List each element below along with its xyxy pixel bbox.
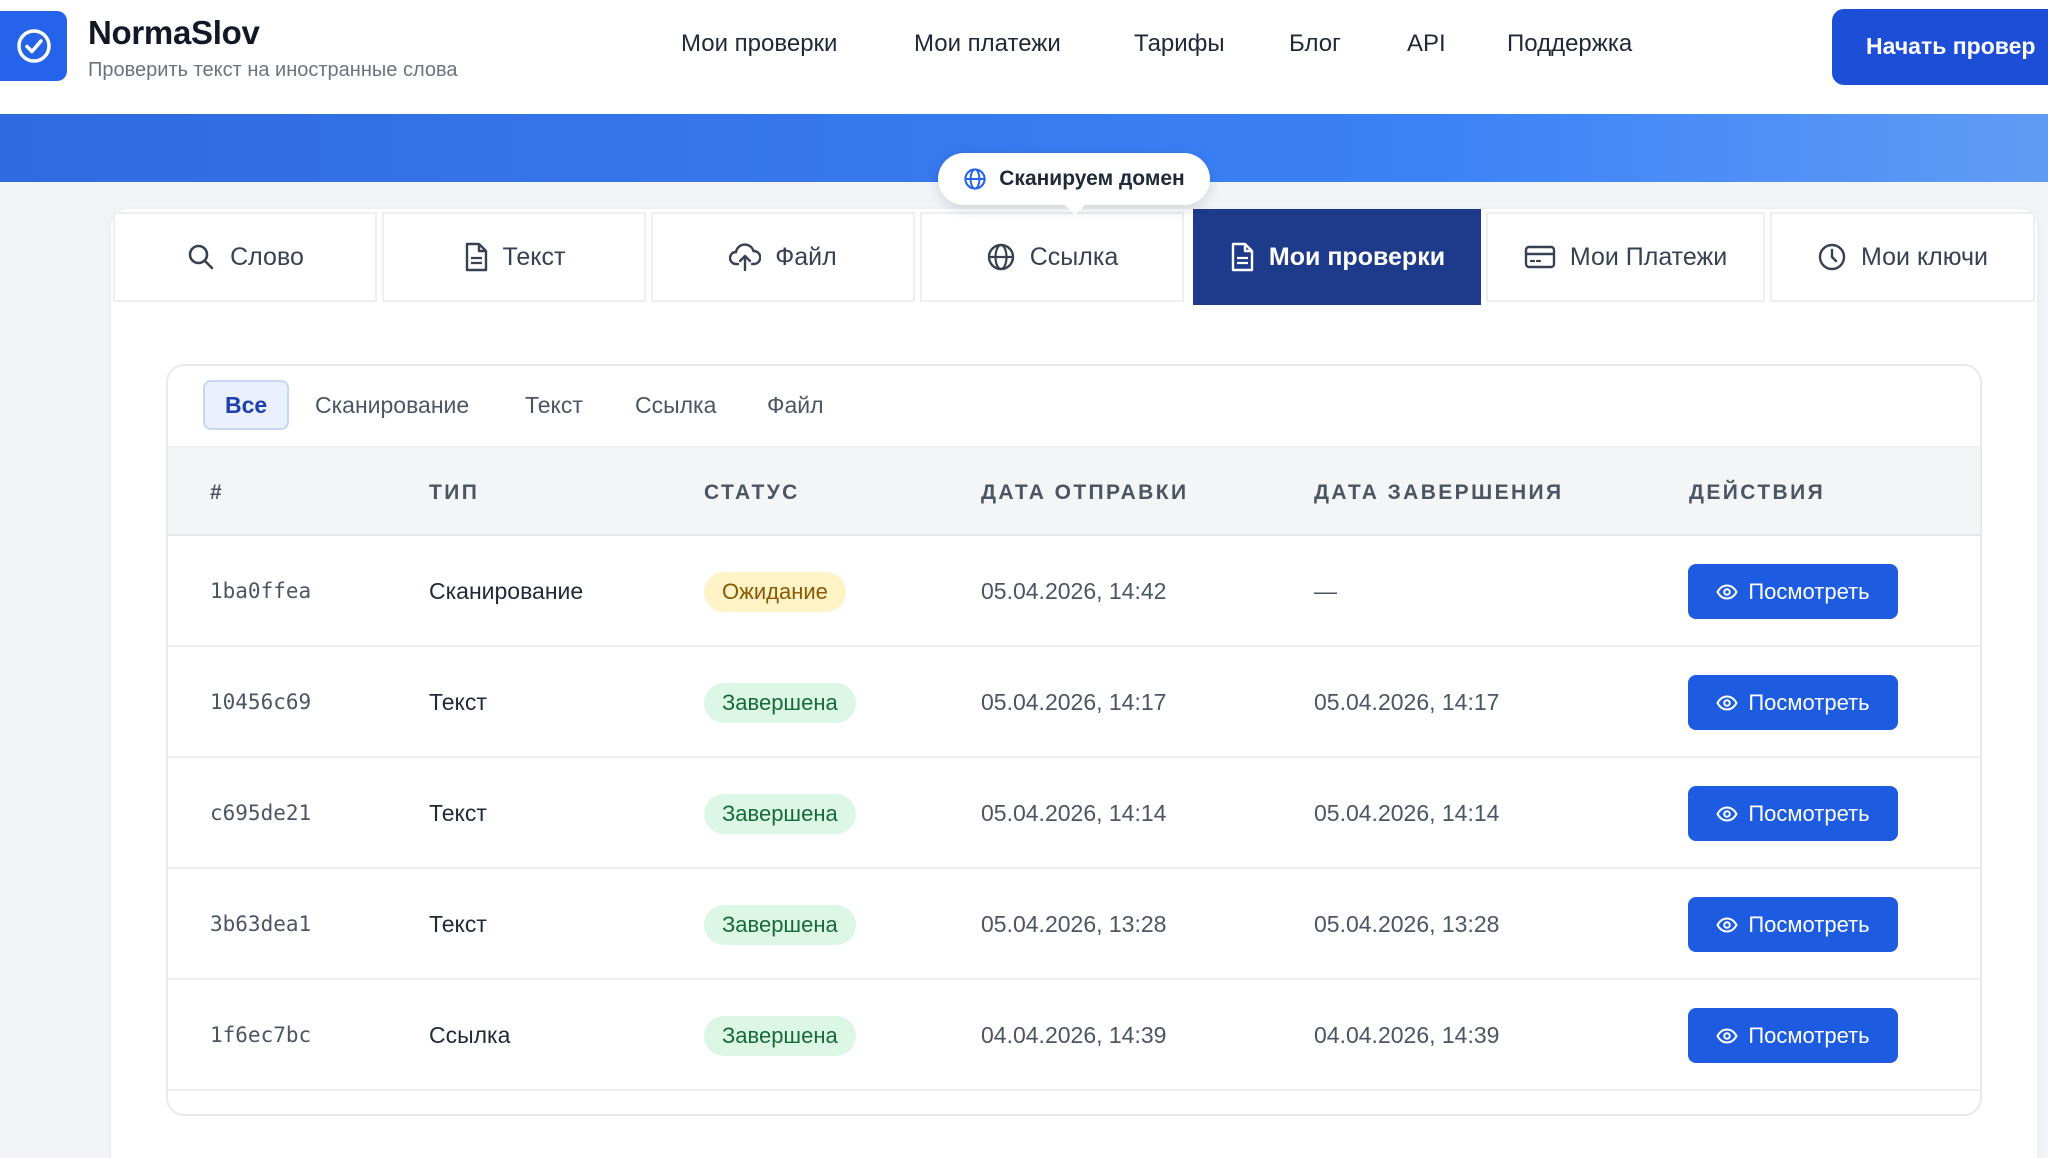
nav-support[interactable]: Поддержка — [1507, 30, 1632, 58]
check-type: Текст — [429, 911, 487, 937]
checks-panel: Все Сканирование Текст Ссылка Файл # ТИП… — [166, 364, 1982, 1116]
tab-label: Слово — [230, 242, 304, 271]
tab-my-keys[interactable]: Мои ключи — [1770, 212, 2035, 302]
header-id: # — [210, 481, 225, 504]
check-id: 1ba0ffea — [210, 579, 312, 603]
credit-card-icon — [1524, 245, 1556, 269]
nav-blog[interactable]: Блог — [1289, 30, 1341, 58]
tooltip-label: Сканируем домен — [999, 167, 1185, 190]
tab-label: Ссылка — [1029, 242, 1119, 271]
document-icon — [1231, 242, 1254, 272]
view-button[interactable]: Посмотреть — [1688, 786, 1898, 841]
header-status: СТАТУС — [704, 481, 800, 504]
brand-name[interactable]: NormaSlov — [88, 14, 260, 52]
status-badge: Ожидание — [704, 572, 846, 612]
check-type: Текст — [429, 689, 487, 715]
header-sent-date: ДАТА ОТПРАВКИ — [981, 481, 1189, 504]
eye-icon — [1716, 805, 1738, 822]
finished-date: 05.04.2026, 14:17 — [1314, 689, 1500, 715]
view-button-label: Посмотреть — [1748, 578, 1870, 604]
mode-tabs: Слово Текст Файл Ссылка Мои проверки Мои… — [111, 209, 2037, 305]
scan-domain-tooltip: Сканируем домен — [938, 153, 1210, 215]
sent-date: 05.04.2026, 14:17 — [981, 689, 1167, 715]
tab-my-checks[interactable]: Мои проверки — [1193, 209, 1481, 305]
status-badge: Завершена — [704, 1016, 856, 1056]
check-id: 3b63dea1 — [210, 912, 312, 936]
brand-tagline: Проверить текст на иностранные слова — [88, 59, 458, 81]
sent-date: 04.04.2026, 14:39 — [981, 1022, 1167, 1048]
filter-scan[interactable]: Сканирование — [315, 380, 469, 430]
globe-icon — [964, 168, 986, 190]
tab-file[interactable]: Файл — [651, 212, 915, 302]
top-header: NormaSlov Проверить текст на иностранные… — [0, 0, 2048, 114]
table-row: 10456c69 Текст Завершена 05.04.2026, 14:17 0… — [168, 647, 1980, 758]
view-button[interactable]: Посмотреть — [1688, 897, 1898, 952]
tab-text[interactable]: Текст — [382, 212, 646, 302]
finished-date: 05.04.2026, 14:14 — [1314, 800, 1500, 826]
app-logo[interactable] — [0, 11, 67, 81]
status-badge: Завершена — [704, 794, 856, 834]
view-button-label: Посмотреть — [1748, 1022, 1870, 1048]
filter-text[interactable]: Текст — [525, 380, 583, 430]
tab-label: Текст — [502, 242, 566, 271]
check-type: Ссылка — [429, 1022, 511, 1048]
globe-icon — [987, 243, 1014, 271]
tab-link[interactable]: Ссылка — [920, 212, 1184, 302]
tab-label: Файл — [775, 242, 837, 271]
nav-api[interactable]: API — [1407, 30, 1446, 58]
tab-label: Мои Платежи — [1569, 242, 1728, 271]
table-row: c695de21 Текст Завершена 05.04.2026, 14:14 0… — [168, 758, 1980, 869]
header-actions: ДЕЙСТВИЯ — [1689, 481, 1826, 504]
filter-link[interactable]: Ссылка — [635, 380, 716, 430]
eye-icon — [1716, 916, 1738, 933]
nav-my-checks[interactable]: Мои проверки — [681, 30, 837, 58]
check-circle-icon — [16, 29, 51, 63]
view-button[interactable]: Посмотреть — [1688, 675, 1898, 730]
check-type: Сканирование — [429, 578, 584, 604]
start-check-button[interactable]: Начать провер — [1832, 9, 2048, 85]
table-row: 1f6ec7bc Ссылка Завершена 04.04.2026, 14:39… — [168, 980, 1980, 1091]
header-type: ТИП — [429, 481, 480, 504]
tab-word[interactable]: Слово — [113, 212, 377, 302]
tab-label: Мои ключи — [1861, 242, 1988, 271]
sent-date: 05.04.2026, 14:14 — [981, 800, 1167, 826]
search-icon — [188, 244, 214, 270]
filter-all[interactable]: Все — [203, 380, 290, 430]
status-badge: Завершена — [704, 683, 856, 723]
eye-icon — [1716, 583, 1738, 600]
tab-label: Мои проверки — [1268, 242, 1446, 271]
clock-icon — [1818, 243, 1846, 271]
nav-pricing[interactable]: Тарифы — [1134, 30, 1225, 58]
document-icon — [465, 242, 487, 272]
view-button-label: Посмотреть — [1748, 800, 1870, 826]
view-button-label: Посмотреть — [1748, 911, 1870, 937]
cloud-upload-icon — [729, 243, 762, 272]
status-badge: Завершена — [704, 905, 856, 945]
tab-my-payments[interactable]: Мои Платежи — [1486, 212, 1765, 302]
finished-date: 04.04.2026, 14:39 — [1314, 1022, 1500, 1048]
finished-date: — — [1314, 578, 1337, 604]
finished-date: 05.04.2026, 13:28 — [1314, 911, 1500, 937]
eye-icon — [1716, 1027, 1738, 1044]
header-finished-date: ДАТА ЗАВЕРШЕНИЯ — [1314, 481, 1564, 504]
table-row: 3b63dea1 Текст Завершена 05.04.2026, 13:28 0… — [168, 869, 1980, 980]
check-id: 10456c69 — [210, 690, 312, 714]
nav-my-payments[interactable]: Мои платежи — [914, 30, 1061, 58]
sent-date: 05.04.2026, 13:28 — [981, 911, 1167, 937]
view-button[interactable]: Посмотреть — [1688, 564, 1898, 619]
check-id: c695de21 — [210, 801, 312, 825]
view-button-label: Посмотреть — [1748, 689, 1870, 715]
check-id: 1f6ec7bc — [210, 1023, 312, 1047]
check-type: Текст — [429, 800, 487, 826]
table-row: 1ba0ffea Сканирование Ожидание 05.04.2026, … — [168, 536, 1980, 647]
type-filters: Все Сканирование Текст Ссылка Файл — [168, 366, 1980, 446]
view-button[interactable]: Посмотреть — [1688, 1008, 1898, 1063]
filter-file[interactable]: Файл — [767, 380, 824, 430]
sent-date: 05.04.2026, 14:42 — [981, 578, 1167, 604]
table-header: # ТИП СТАТУС ДАТА ОТПРАВКИ ДАТА ЗАВЕРШЕН… — [168, 446, 1980, 536]
eye-icon — [1716, 694, 1738, 711]
